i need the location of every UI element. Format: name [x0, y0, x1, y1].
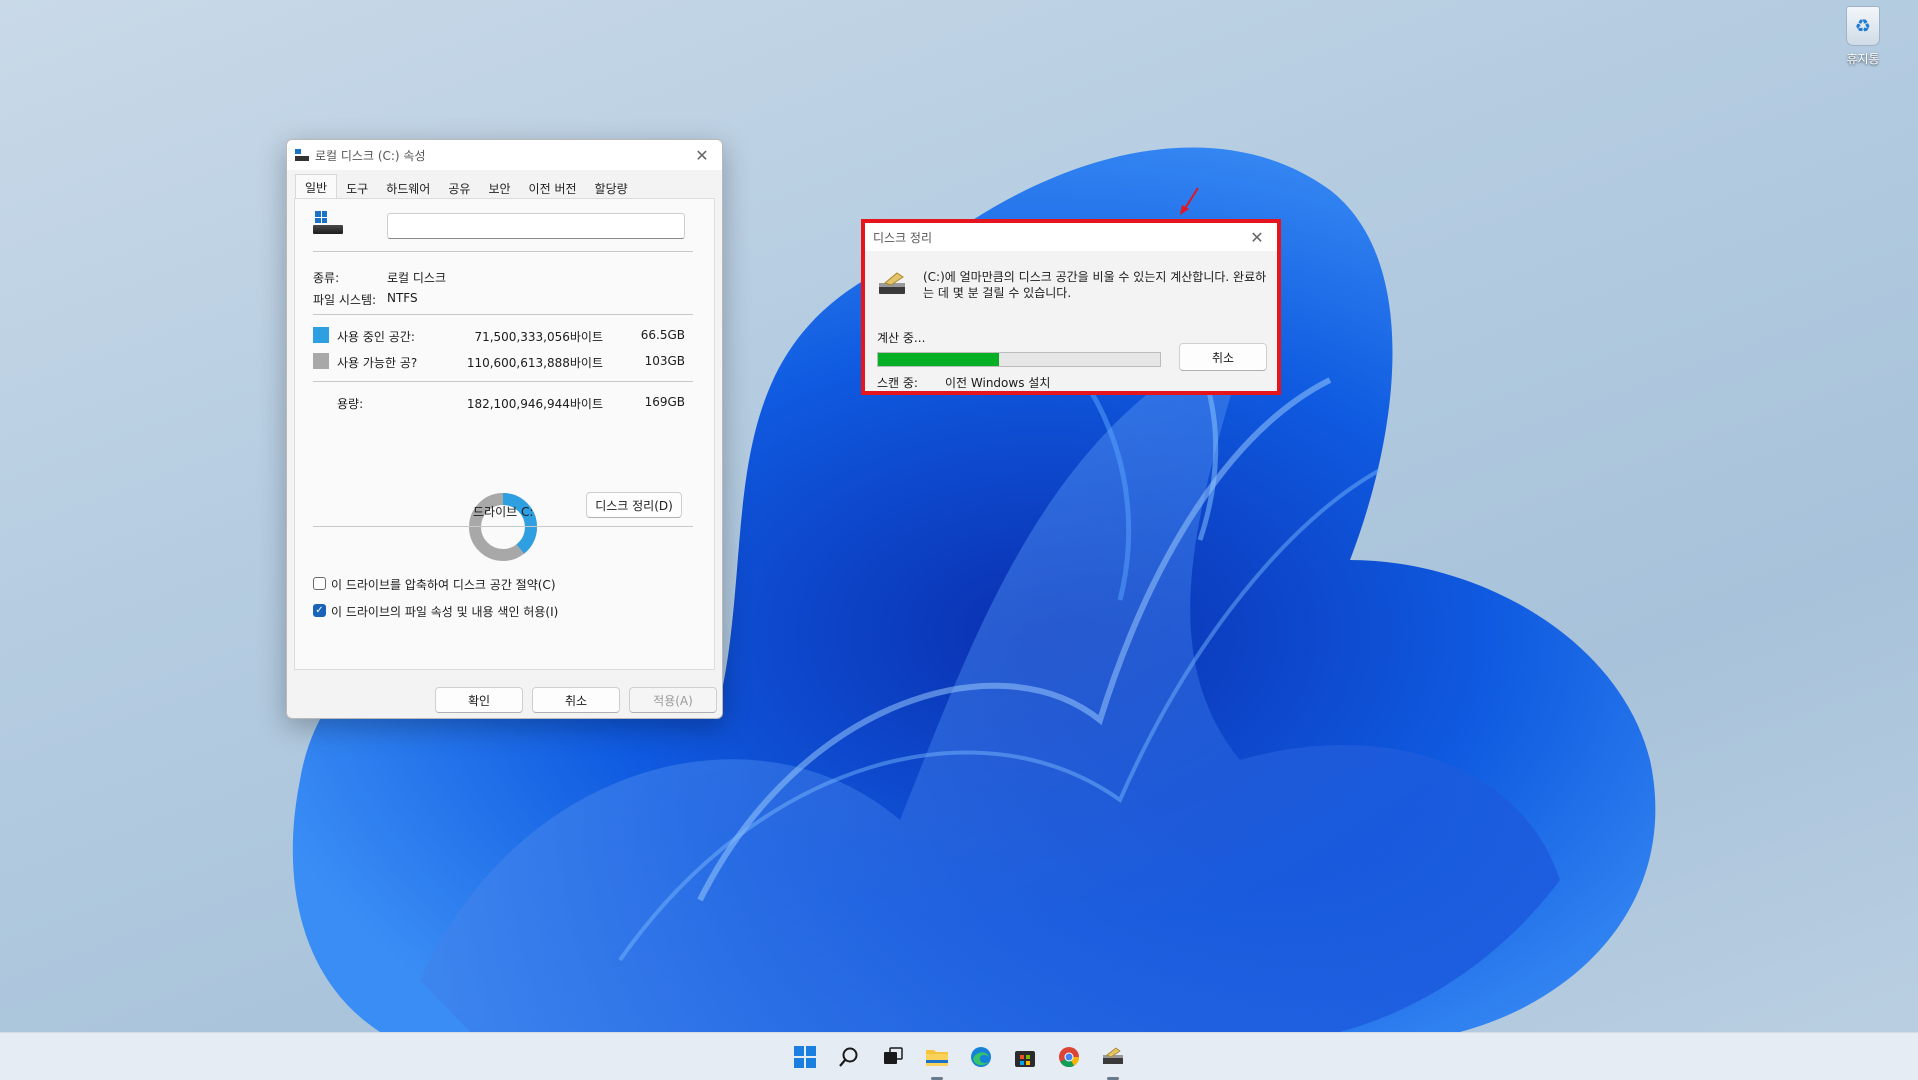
- capacity-bytes: 182,100,946,944바이트: [466, 397, 603, 411]
- cancel-button[interactable]: 취소: [532, 687, 620, 713]
- properties-title: 로컬 디스크 (C:) 속성: [315, 148, 426, 163]
- divider: [313, 251, 693, 252]
- cleanup-message: (C:)에 얼마만큼의 디스크 공간을 비울 수 있는지 계산합니다. 완료하는…: [923, 270, 1267, 300]
- disk-cleanup-button[interactable]: 디스크 정리(D): [586, 492, 682, 518]
- index-checkbox[interactable]: ✓: [313, 604, 326, 617]
- cleanup-highlight-frame: 디스크 정리 ✕ (C:)에 얼마만큼의 디스크 공간을 비울 수 있는지 계산…: [861, 219, 1281, 395]
- file-system-label: 파일 시스템:: [313, 293, 377, 307]
- drive-letter-label: 드라이브 C:: [473, 505, 534, 519]
- disk-usage-donut: [469, 493, 537, 561]
- tab-sharing[interactable]: 공유: [439, 176, 479, 198]
- drive-large-icon: [313, 211, 343, 239]
- free-space-bytes: 110,600,613,888바이트: [466, 356, 603, 370]
- disk-cleanup-taskbar-icon[interactable]: [1098, 1042, 1128, 1080]
- disk-cleanup-dialog: 디스크 정리 ✕ (C:)에 얼마만큼의 디스크 공간을 비울 수 있는지 계산…: [865, 223, 1277, 391]
- tab-quota[interactable]: 할당량: [586, 176, 637, 198]
- cleanup-cancel-button[interactable]: 취소: [1179, 343, 1267, 371]
- capacity-size: 169GB: [644, 395, 685, 409]
- free-space-label: 사용 가능한 공?: [337, 356, 418, 370]
- compress-checkbox[interactable]: [313, 577, 326, 590]
- type-label: 종류:: [313, 271, 340, 285]
- used-space-size: 66.5GB: [640, 328, 685, 342]
- tab-security[interactable]: 보안: [479, 176, 519, 198]
- task-view-icon[interactable]: [878, 1042, 908, 1072]
- properties-titlebar[interactable]: 로컬 디스크 (C:) 속성 ✕: [287, 140, 722, 170]
- free-space-size: 103GB: [644, 354, 685, 368]
- properties-tabs: 일반 도구 하드웨어 공유 보안 이전 버전 할당량: [295, 174, 637, 198]
- divider: [313, 381, 693, 382]
- taskbar: [0, 1032, 1918, 1080]
- drive-name-input[interactable]: [387, 213, 685, 239]
- index-checkbox-label: 이 드라이브의 파일 속성 및 내용 색인 허용(I): [331, 605, 559, 619]
- tab-previous-versions[interactable]: 이전 버전: [520, 176, 586, 198]
- recycle-bin-icon: ♻: [1846, 6, 1880, 46]
- tab-hardware[interactable]: 하드웨어: [377, 176, 439, 198]
- cleanup-title: 디스크 정리: [873, 230, 933, 245]
- free-space-swatch: [313, 353, 329, 369]
- search-icon[interactable]: [834, 1042, 864, 1072]
- store-icon[interactable]: [1010, 1042, 1040, 1072]
- ok-button[interactable]: 확인: [435, 687, 523, 713]
- used-space-label: 사용 중인 공간:: [337, 330, 415, 344]
- cleanup-titlebar[interactable]: 디스크 정리 ✕: [865, 223, 1277, 251]
- disk-cleanup-icon: [879, 272, 905, 294]
- scan-value: 이전 Windows 설치: [945, 376, 1051, 390]
- type-value: 로컬 디스크: [387, 271, 447, 285]
- file-explorer-icon[interactable]: [922, 1042, 952, 1080]
- used-space-bytes: 71,500,333,056바이트: [474, 330, 603, 344]
- annotation-arrow: [1180, 187, 1199, 215]
- drive-properties-window: 로컬 디스크 (C:) 속성 ✕ 일반 도구 하드웨어 공유 보안 이전 버전 …: [286, 139, 723, 719]
- scan-label: 스캔 중:: [877, 376, 918, 390]
- apply-button[interactable]: 적용(A): [629, 687, 717, 713]
- divider: [313, 314, 693, 315]
- close-icon[interactable]: ✕: [682, 140, 722, 170]
- tab-general[interactable]: 일반: [295, 174, 338, 198]
- edge-icon[interactable]: [966, 1042, 996, 1072]
- progress-fill: [878, 353, 1000, 366]
- cleanup-status: 계산 중...: [877, 331, 926, 345]
- compress-checkbox-label: 이 드라이브를 압축하여 디스크 공간 절약(C): [331, 578, 556, 592]
- start-icon[interactable]: [790, 1042, 820, 1072]
- file-system-value: NTFS: [387, 291, 418, 305]
- cleanup-progress-bar: [877, 352, 1161, 367]
- chrome-icon[interactable]: [1054, 1042, 1084, 1072]
- tab-tools[interactable]: 도구: [337, 176, 377, 198]
- recycle-bin-desktop-icon[interactable]: ♻ 휴지통: [1822, 6, 1904, 67]
- drive-icon: [295, 149, 309, 161]
- capacity-label: 용량:: [337, 397, 364, 411]
- general-tab-panel: 종류: 로컬 디스크 파일 시스템: NTFS 사용 중인 공간: 71,500…: [294, 198, 715, 670]
- recycle-bin-label: 휴지통: [1846, 52, 1880, 66]
- close-icon[interactable]: ✕: [1237, 222, 1277, 252]
- divider: [313, 526, 693, 527]
- used-space-swatch: [313, 327, 329, 343]
